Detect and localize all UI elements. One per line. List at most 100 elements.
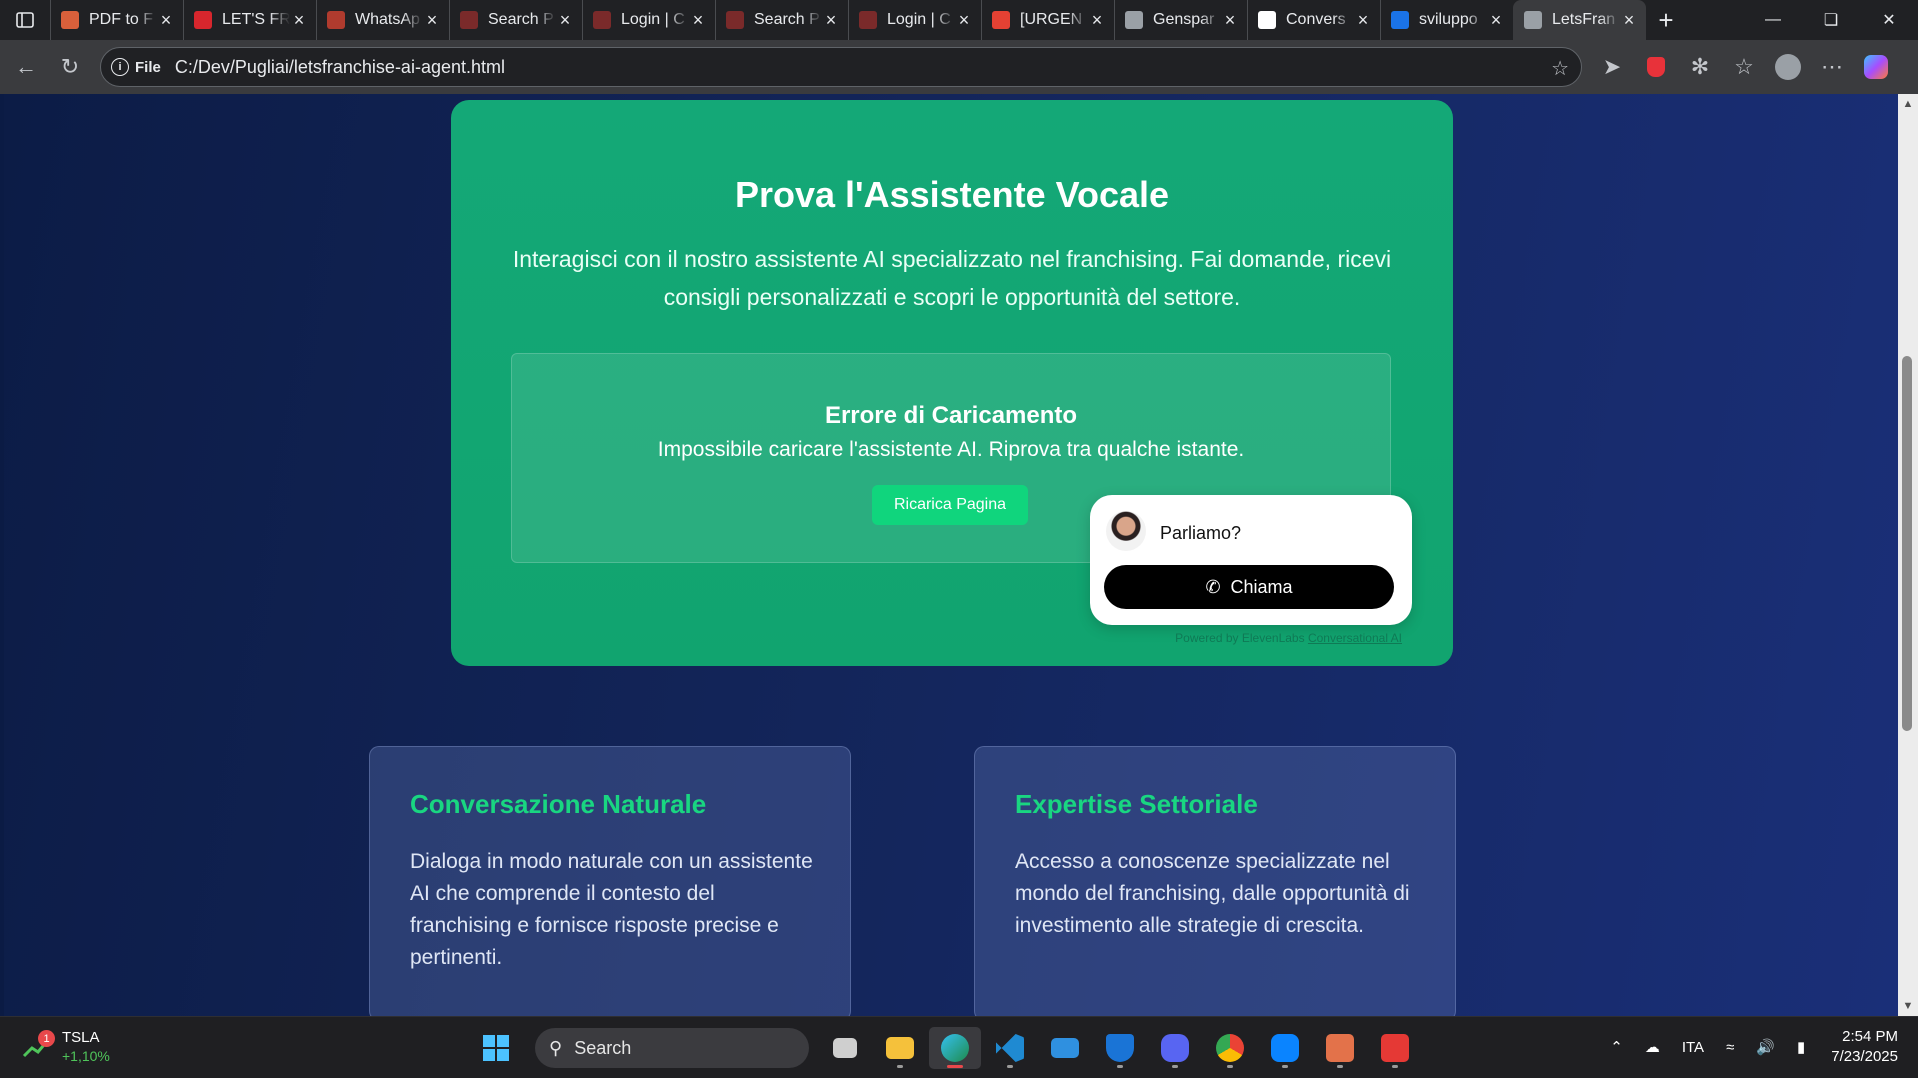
feature-title: Expertise Settoriale	[1015, 789, 1258, 819]
tab-title: Genspar	[1153, 11, 1215, 28]
close-tab-icon[interactable]: ×	[157, 10, 175, 31]
edge-icon[interactable]	[929, 1027, 981, 1069]
browser-tab[interactable]: sviluppo ×	[1380, 0, 1513, 40]
close-tab-icon[interactable]: ×	[290, 10, 308, 31]
copilot-icon[interactable]	[1854, 45, 1898, 89]
call-label: Chiama	[1230, 576, 1293, 597]
start-button[interactable]	[470, 1027, 522, 1069]
scroll-down-icon[interactable]: ▼	[1902, 1000, 1914, 1012]
powered-prefix: Powered by ElevenLabs	[1175, 631, 1305, 645]
tab-strip: PDF to F × LET'S FR × WhatsAp × Search P × Login…	[0, 0, 1918, 40]
taskbar-search[interactable]: ⚲ Search	[535, 1028, 809, 1068]
error-title: Errore di Caricamento	[824, 402, 1078, 429]
chevron-up-icon[interactable]: ⌃	[1610, 1038, 1623, 1056]
restore-button[interactable]: ❏	[1802, 0, 1860, 40]
browser-tab[interactable]: Genspar ×	[1114, 0, 1247, 40]
browser-tab[interactable]: LetsFran ×	[1513, 0, 1646, 40]
minimize-button[interactable]: —	[1744, 0, 1802, 40]
vscode-icon[interactable]	[984, 1027, 1036, 1069]
sparkle-icon	[61, 11, 79, 29]
close-tab-icon[interactable]: ×	[1221, 10, 1239, 31]
reload-page-button[interactable]: Ricarica Pagina	[872, 485, 1028, 525]
leaf-icon	[1524, 11, 1542, 29]
tab-title: Login | C	[887, 11, 951, 28]
scroll-up-icon[interactable]: ▲	[1902, 98, 1914, 110]
close-tab-icon[interactable]: ×	[1354, 10, 1372, 31]
browser-tab[interactable]: Login | C ×	[582, 0, 715, 40]
close-tab-icon[interactable]: ×	[822, 10, 840, 31]
info-icon[interactable]: i	[111, 58, 129, 76]
chat-app-icon[interactable]	[1259, 1027, 1311, 1069]
tab-title: WhatsAp	[355, 11, 420, 28]
alert-icon	[327, 11, 345, 29]
sidebar-toggle-icon[interactable]	[0, 0, 50, 40]
browser-tab[interactable]: LET'S FR ×	[183, 0, 316, 40]
clock-time: 2:54 PM	[1842, 1028, 1898, 1045]
close-tab-icon[interactable]: ×	[556, 10, 574, 31]
remote-desktop-icon[interactable]	[1039, 1027, 1091, 1069]
feature-card: Expertise Settoriale Accesso a conoscenz…	[974, 746, 1456, 1016]
browser-tab[interactable]: Search P ×	[715, 0, 848, 40]
file-explorer-icon[interactable]	[874, 1027, 926, 1069]
extension-arrow-icon[interactable]: ➤	[1590, 45, 1634, 89]
page-viewport: Prova l'Assistente Vocale Interagisci co…	[4, 94, 1898, 1016]
address-bar[interactable]: i File C:/Dev/Pugliai/letsfranchise-ai-a…	[100, 47, 1582, 87]
task-view-icon[interactable]	[819, 1027, 871, 1069]
close-tab-icon[interactable]: ×	[955, 10, 973, 31]
discord-icon[interactable]	[1149, 1027, 1201, 1069]
close-tab-icon[interactable]: ×	[1088, 10, 1106, 31]
stock-chart-icon: 1	[22, 1030, 55, 1060]
system-tray: ⌃ ☁ ITA ≈ 🔊 ▮ 2:54 PM 7/23/2025	[1588, 1027, 1898, 1067]
chrome-icon[interactable]	[1204, 1027, 1256, 1069]
wifi-icon[interactable]: ≈	[1726, 1039, 1734, 1056]
browser-tab[interactable]: Login | C ×	[848, 0, 981, 40]
close-tab-icon[interactable]: ×	[689, 10, 707, 31]
profile-avatar[interactable]	[1766, 45, 1810, 89]
scroll-thumb[interactable]	[1902, 356, 1912, 731]
close-tab-icon[interactable]: ×	[1487, 10, 1505, 31]
page-scrollbar[interactable]: ▲ ▼	[1898, 94, 1918, 1016]
tab-title: sviluppo	[1419, 11, 1478, 28]
search-label: Search	[574, 1037, 632, 1058]
stock-widget[interactable]: 1 TSLA +1,10%	[22, 1029, 110, 1065]
browser-tab[interactable]: PDF to F ×	[50, 0, 183, 40]
adobe-acrobat-icon[interactable]	[1369, 1027, 1421, 1069]
tab-title: LET'S FR	[222, 11, 290, 28]
clock[interactable]: 2:54 PM 7/23/2025	[1831, 1027, 1898, 1067]
close-tab-icon[interactable]: ×	[423, 10, 441, 31]
browser-tab[interactable]: Convers ×	[1247, 0, 1380, 40]
defender-icon[interactable]	[1094, 1027, 1146, 1069]
url-text[interactable]: C:/Dev/Pugliai/letsfranchise-ai-agent.ht…	[175, 57, 505, 78]
more-menu-icon[interactable]: ⋯	[1810, 45, 1854, 89]
conversational-ai-link[interactable]: Conversational AI	[1308, 631, 1402, 645]
favorite-star-icon[interactable]: ☆	[1551, 56, 1569, 81]
browser-tab[interactable]: [URGEN ×	[981, 0, 1114, 40]
favorites-icon[interactable]: ☆	[1722, 45, 1766, 89]
tab-title: Login | C	[621, 11, 685, 28]
reload-button[interactable]: ↻	[48, 45, 92, 89]
claude-icon[interactable]	[1314, 1027, 1366, 1069]
onedrive-icon[interactable]: ☁	[1645, 1038, 1660, 1056]
feature-card: Conversazione Naturale Dialoga in modo n…	[369, 746, 851, 1016]
back-button[interactable]: ←	[4, 45, 48, 89]
extensions-icon[interactable]: ✻	[1678, 45, 1722, 89]
browser-tab[interactable]: Search P ×	[449, 0, 582, 40]
volume-icon[interactable]: 🔊	[1756, 1038, 1775, 1056]
close-tab-icon[interactable]: ×	[1620, 10, 1638, 31]
face-icon	[1125, 11, 1143, 29]
widget-prompt: Parliamo?	[1160, 523, 1242, 543]
browser-tab[interactable]: WhatsAp ×	[316, 0, 449, 40]
adblock-icon[interactable]	[1634, 45, 1678, 89]
close-window-button[interactable]: ✕	[1860, 0, 1918, 40]
stock-badge: 1	[38, 1030, 55, 1047]
elevenlabs-widget: Parliamo? ✆ Chiama	[1090, 495, 1412, 625]
phone-icon: ✆	[1205, 576, 1221, 597]
tab-title: PDF to F	[89, 11, 154, 28]
language-indicator[interactable]: ITA	[1682, 1039, 1704, 1056]
call-button[interactable]: ✆ Chiama	[1104, 565, 1394, 609]
feature-title: Conversazione Naturale	[410, 789, 707, 819]
new-tab-button[interactable]: +	[1646, 5, 1686, 36]
battery-icon[interactable]: ▮	[1797, 1038, 1805, 1056]
feature-text: Accesso a conoscenze specializzate nel m…	[1015, 850, 1410, 937]
gmail-icon	[992, 11, 1010, 29]
